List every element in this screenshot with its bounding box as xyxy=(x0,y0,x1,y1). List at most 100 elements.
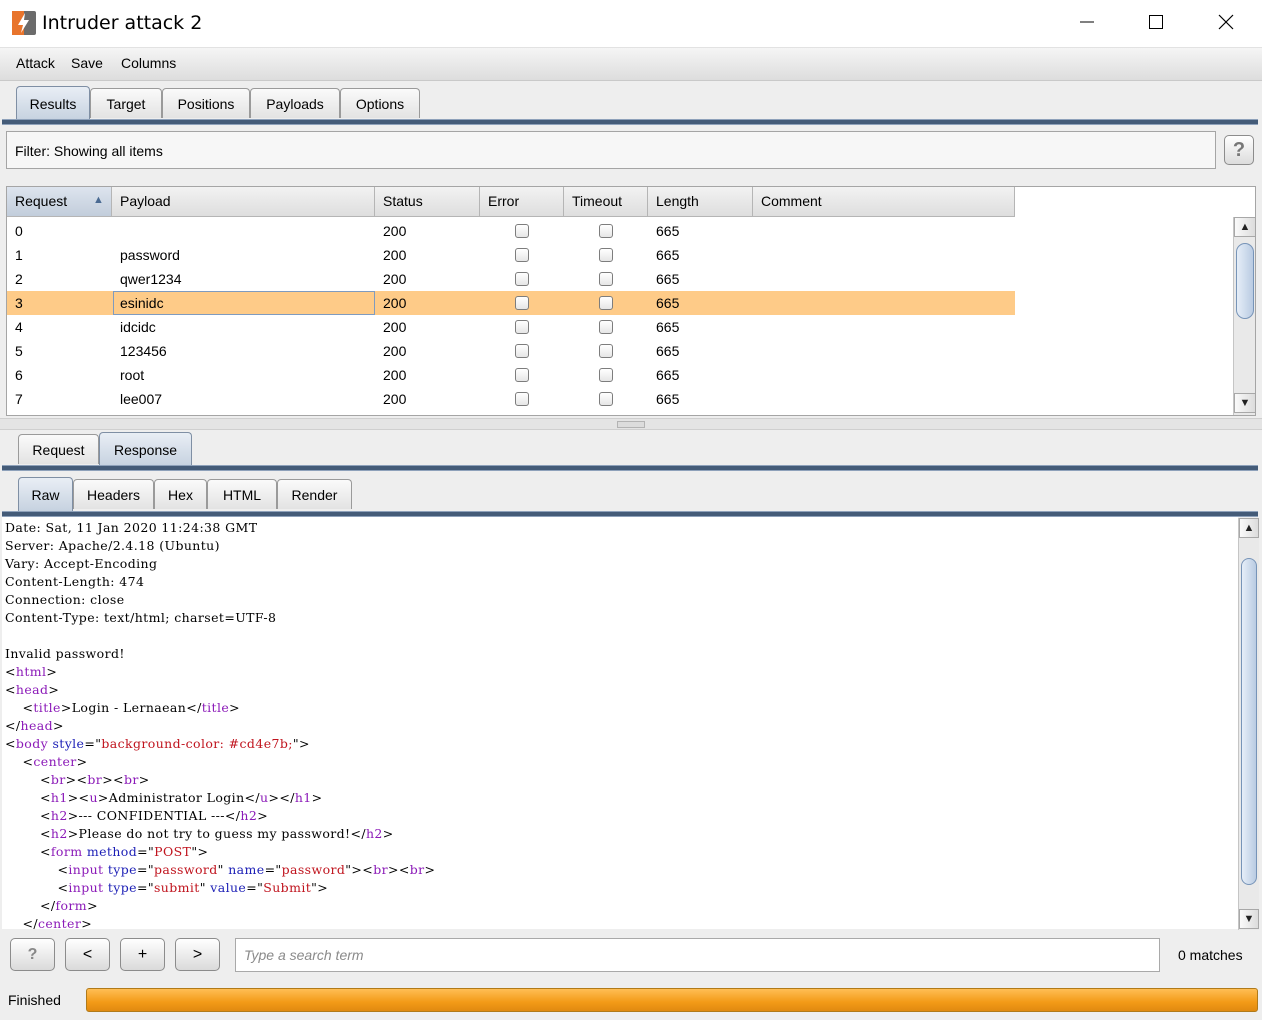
table-row[interactable]: 3 esinidc 200 665 xyxy=(7,291,1015,315)
tab-payloads[interactable]: Payloads xyxy=(250,88,340,118)
tab-request[interactable]: Request xyxy=(18,434,99,464)
message-tab-divider xyxy=(2,465,1258,471)
error-checkbox[interactable] xyxy=(515,248,529,262)
menu-attack[interactable]: Attack xyxy=(16,55,55,71)
cell-payload: root xyxy=(120,367,145,383)
error-checkbox[interactable] xyxy=(515,320,529,334)
search-next-button[interactable]: > xyxy=(175,938,220,971)
column-header-timeout[interactable]: Timeout xyxy=(564,187,648,216)
cell-request: 7 xyxy=(15,391,23,407)
window-title: Intruder attack 2 xyxy=(42,12,203,34)
cell-status: 200 xyxy=(383,295,407,311)
tab-raw[interactable]: Raw xyxy=(18,477,73,511)
tab-positions[interactable]: Positions xyxy=(162,88,250,118)
close-icon xyxy=(1218,14,1234,33)
column-header-error[interactable]: Error xyxy=(480,187,564,216)
filter-bar[interactable]: Filter: Showing all items xyxy=(6,131,1216,169)
cell-length: 665 xyxy=(656,319,680,335)
cell-payload: lee007 xyxy=(120,391,163,407)
error-checkbox[interactable] xyxy=(515,296,529,310)
results-table: Request ▲ Payload Status Error Timeout L… xyxy=(6,186,1256,416)
cell-status: 200 xyxy=(383,271,407,287)
menu-columns[interactable]: Columns xyxy=(121,55,176,71)
tab-hex[interactable]: Hex xyxy=(154,479,207,509)
timeout-checkbox[interactable] xyxy=(599,392,613,406)
search-input[interactable] xyxy=(235,938,1160,972)
timeout-checkbox[interactable] xyxy=(599,320,613,334)
column-header-payload[interactable]: Payload xyxy=(112,187,375,216)
timeout-checkbox[interactable] xyxy=(599,344,613,358)
response-scroll-thumb[interactable] xyxy=(1241,558,1257,885)
title-bar: Intruder attack 2 xyxy=(0,0,1262,48)
timeout-checkbox[interactable] xyxy=(599,224,613,238)
cell-payload: password xyxy=(120,247,180,263)
error-checkbox[interactable] xyxy=(515,344,529,358)
view-tabs: Raw Headers Hex HTML Render xyxy=(0,477,1262,511)
cell-status: 200 xyxy=(383,247,407,263)
tab-target[interactable]: Target xyxy=(90,88,162,118)
scroll-down-icon[interactable]: ▼ xyxy=(1239,909,1259,929)
timeout-checkbox[interactable] xyxy=(599,296,613,310)
maximize-icon xyxy=(1148,14,1164,33)
cell-request: 0 xyxy=(15,223,23,239)
column-header-comment[interactable]: Comment xyxy=(753,187,1015,216)
table-row[interactable]: 5 123456 200 665 xyxy=(7,339,1015,363)
table-row[interactable]: 4 idcidc 200 665 xyxy=(7,315,1015,339)
cell-payload: 123456 xyxy=(120,343,167,359)
maximize-button[interactable] xyxy=(1133,0,1179,46)
error-checkbox[interactable] xyxy=(515,368,529,382)
tab-headers[interactable]: Headers xyxy=(73,479,154,509)
column-header-length[interactable]: Length xyxy=(648,187,753,216)
cell-request: 3 xyxy=(15,295,23,311)
column-header-request[interactable]: Request ▲ xyxy=(7,187,112,216)
splitter-grip-icon[interactable] xyxy=(617,421,645,428)
timeout-checkbox[interactable] xyxy=(599,248,613,262)
table-header: Request ▲ Payload Status Error Timeout L… xyxy=(7,187,1015,217)
scroll-up-icon[interactable]: ▲ xyxy=(1239,518,1259,538)
cell-length: 665 xyxy=(656,271,680,287)
progress-bar xyxy=(86,988,1258,1012)
tab-html[interactable]: HTML xyxy=(207,479,277,509)
cell-length: 665 xyxy=(656,247,680,263)
search-help-button[interactable]: ? xyxy=(10,938,55,971)
scroll-down-icon[interactable]: ▼ xyxy=(1234,393,1255,413)
menu-save[interactable]: Save xyxy=(71,55,103,71)
column-header-request-label: Request xyxy=(15,193,68,209)
table-row[interactable]: 7 lee007 200 665 xyxy=(7,387,1015,411)
cell-request: 2 xyxy=(15,271,23,287)
error-checkbox[interactable] xyxy=(515,392,529,406)
minimize-button[interactable] xyxy=(1064,0,1110,46)
error-checkbox[interactable] xyxy=(515,224,529,238)
table-row[interactable]: 0 200 665 xyxy=(7,219,1015,243)
response-raw-editor[interactable]: Date: Sat, 11 Jan 2020 11:24:38 GMT Serv… xyxy=(2,517,1238,929)
timeout-checkbox[interactable] xyxy=(599,368,613,382)
response-scrollbar[interactable]: ▲ ▼ xyxy=(1238,518,1259,930)
column-header-status[interactable]: Status xyxy=(375,187,480,216)
cell-length: 665 xyxy=(656,391,680,407)
close-button[interactable] xyxy=(1203,0,1249,46)
message-tabs: Request Response xyxy=(0,432,1262,466)
error-checkbox[interactable] xyxy=(515,272,529,286)
timeout-checkbox[interactable] xyxy=(599,272,613,286)
search-matches-count: 0 matches xyxy=(1178,947,1243,963)
filter-help-button[interactable]: ? xyxy=(1224,135,1254,165)
cell-payload: qwer1234 xyxy=(120,271,182,287)
table-row[interactable]: 1 password 200 665 xyxy=(7,243,1015,267)
table-row[interactable]: 6 root 200 665 xyxy=(7,363,1015,387)
cell-length: 665 xyxy=(656,223,680,239)
tab-results[interactable]: Results xyxy=(16,86,90,120)
scroll-up-icon[interactable]: ▲ xyxy=(1234,217,1255,237)
search-add-button[interactable]: + xyxy=(120,938,165,971)
cell-payload: idcidc xyxy=(120,319,156,335)
tab-options[interactable]: Options xyxy=(340,88,420,118)
burp-app-icon xyxy=(12,11,36,35)
tab-response[interactable]: Response xyxy=(99,432,192,466)
table-scrollbar[interactable]: ▲ ▼ xyxy=(1233,217,1255,415)
table-scroll-thumb[interactable] xyxy=(1236,243,1254,319)
cell-request: 6 xyxy=(15,367,23,383)
tab-render[interactable]: Render xyxy=(277,479,352,509)
search-previous-button[interactable]: < xyxy=(65,938,110,971)
minimize-icon xyxy=(1079,14,1095,33)
filter-label: Filter: Showing all items xyxy=(15,143,163,159)
table-row[interactable]: 2 qwer1234 200 665 xyxy=(7,267,1015,291)
